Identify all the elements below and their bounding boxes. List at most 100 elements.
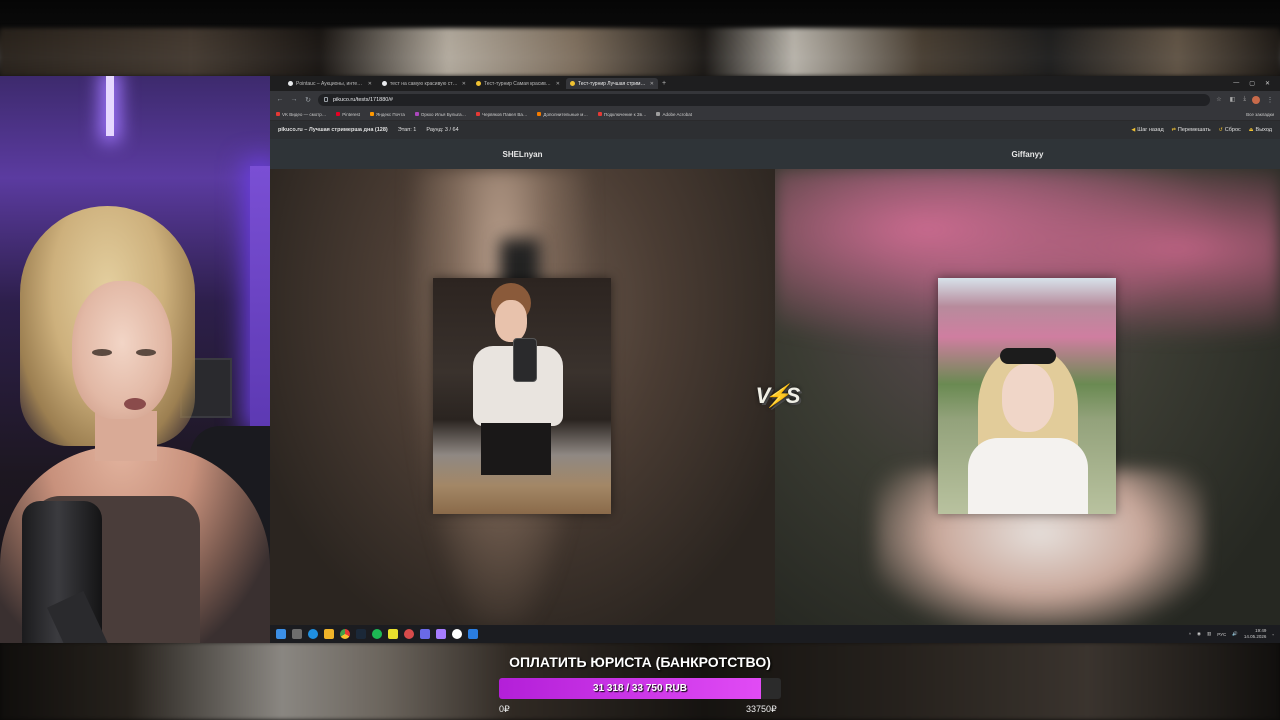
close-icon[interactable]: ✕ [1265,80,1270,87]
browser-tab[interactable]: Pointauc – Аукционы, интерак… ✕ [284,78,376,89]
site-info-icon[interactable] [324,97,328,102]
file-explorer-icon[interactable] [324,629,334,639]
bookmark-item[interactable]: VK Видео — смотр… [276,112,326,117]
tab-label: Pointauc – Аукционы, интерак… [296,80,365,87]
neon-light-right [250,166,270,426]
bookmark-label: Червяков Павел Ва… [482,111,528,117]
browser-tab[interactable]: тест на самую красивую стри… ✕ [378,78,470,89]
bookmark-item[interactable]: Червяков Павел Ва… [476,112,527,117]
donation-goal-title: ОПЛАТИТЬ ЮРИСТА (БАНКРОТСТВО) [509,654,771,670]
bookmark-favicon-icon [537,112,542,116]
url-field[interactable]: pikuco.ru/tests/171880/# [318,93,1211,106]
bookmark-item[interactable]: Pinterest [336,112,360,117]
webcam-feed [0,76,270,643]
versus-arena: V ⚡ S [270,169,1280,625]
background-blur-top [0,28,1280,76]
donation-progress-text: 31 318 / 33 750 RUB [593,683,687,694]
photo1-pants [481,423,551,475]
language-indicator[interactable]: РУС [1217,632,1226,637]
app-icon-purple[interactable] [436,629,446,639]
steam-icon[interactable] [356,629,366,639]
edge-icon[interactable] [308,629,318,639]
windows-taskbar: ^ ◉ ▥ РУС 🔊 19:49 14.05.2026 ▫ [270,625,1280,643]
tab-favicon-icon [476,81,481,86]
bookmark-label: Оркхо Илья Булыга… [420,111,467,117]
bookmarks-list: VK Видео — смотр… Pinterest Яндекс Почта Ор… [276,112,692,117]
step-back-label: Шаг назад [1137,127,1164,133]
app-icon-yellow[interactable] [388,629,398,639]
all-bookmarks[interactable]: Все закладки [1246,112,1274,117]
bookmark-label: Подключение к Зв… [603,111,647,117]
exit-button[interactable]: ⏏ Выход [1249,127,1272,133]
donation-min-label: 0₽ [499,704,510,714]
bookmark-item[interactable]: Подключение к Зв… [597,111,647,117]
bookmark-item[interactable]: Оркхо Илья Булыга… [414,111,467,117]
minimize-icon[interactable]: — [1233,80,1239,87]
reload-icon[interactable]: ↻ [304,96,312,104]
telegram-icon[interactable] [468,629,478,639]
menu-icon[interactable]: ⋮ [1266,96,1274,104]
clock[interactable]: 19:49 14.05.2026 [1244,628,1267,640]
yandex-browser-icon[interactable] [452,629,462,639]
bookmark-label: Adobe Acrobat [662,111,692,117]
bookmark-favicon-icon [414,112,419,116]
discord-icon[interactable] [420,629,430,639]
tray-network-icon[interactable]: ▥ [1207,631,1211,637]
bookmark-label: VK Видео — смотр… [282,111,327,117]
notifications-icon[interactable]: ▫ [1272,632,1274,637]
tab-close-icon[interactable]: ✕ [650,81,654,87]
test-title[interactable]: pikuco.ru – Лучшая стримерша дна (128) [278,127,388,133]
photo1-phone [513,338,537,382]
stage-label: Этап: 1 [397,127,417,133]
browser-tab[interactable]: Тест-турнир Самая красивая… ✕ [472,78,564,89]
chrome-icon[interactable] [340,629,350,639]
reset-icon: ↺ [1218,127,1223,133]
new-tab-button[interactable]: + [662,80,666,87]
tray-expand-icon[interactable]: ^ [1189,632,1191,637]
download-icon[interactable]: ⤓ [1243,96,1246,103]
back-icon[interactable]: ← [276,96,284,103]
window-controls: — ▢ ✕ [1233,80,1280,87]
spotify-icon[interactable] [372,629,382,639]
bookmark-item[interactable]: Adobe Acrobat [656,112,692,117]
bookmark-favicon-icon [597,112,602,116]
round-label: Раунд: 3 / 64 [426,127,459,133]
left-choice-panel[interactable] [270,169,775,625]
bookmark-item[interactable]: Дополнительные м… [537,112,588,117]
donation-max-label: 33750₽ [746,704,777,714]
tab-favicon-icon [288,81,293,86]
volume-icon[interactable]: 🔊 [1232,631,1238,637]
bookmark-favicon-icon [276,112,280,116]
tab-close-icon[interactable]: ✕ [462,81,466,87]
profile-avatar[interactable] [1252,95,1260,104]
shuffle-button[interactable]: ⇄ Перемешать [1172,127,1211,133]
task-view-icon[interactable] [292,629,302,639]
forward-icon[interactable]: → [290,96,298,103]
toolbar-icons: ☆ ◧ ⤓ [1216,96,1246,103]
tray-app-icon[interactable]: ◉ [1197,631,1201,637]
address-bar-row: ← → ↻ pikuco.ru/tests/171880/# ☆ ◧ ⤓ ⋮ [270,91,1280,108]
right-choice-panel[interactable] [775,169,1280,625]
bookmark-favicon-icon [656,112,661,116]
bookmark-favicon-icon [336,112,341,116]
versus-s-letter: S [785,383,801,408]
tab-favicon-icon [570,81,575,86]
browser-tab[interactable]: Тест-турнир Лучшая стример… ✕ [566,78,658,89]
exit-label: Выход [1255,127,1272,133]
exit-icon: ⏏ [1248,127,1254,133]
start-menu-icon[interactable] [276,629,286,639]
streamer-eye-right [136,349,156,356]
step-back-button[interactable]: ◀ Шаг назад [1131,127,1163,133]
reset-button[interactable]: ↺ Сброс [1219,127,1241,133]
tab-close-icon[interactable]: ✕ [556,81,560,87]
app-icon-red[interactable] [404,629,414,639]
right-contestant-photo[interactable] [938,278,1116,514]
bookmark-star-icon[interactable]: ☆ [1216,96,1221,103]
bookmarks-bar: VK Видео — смотр… Pinterest Яндекс Почта Ор… [270,108,1280,121]
tab-close-icon[interactable]: ✕ [368,81,372,87]
bookmark-item[interactable]: Яндекс Почта [369,112,405,117]
extensions-icon[interactable]: ◧ [1230,96,1236,103]
maximize-icon[interactable]: ▢ [1249,80,1255,87]
left-contestant-photo[interactable] [433,278,611,514]
shuffle-label: Перемешать [1177,127,1211,133]
